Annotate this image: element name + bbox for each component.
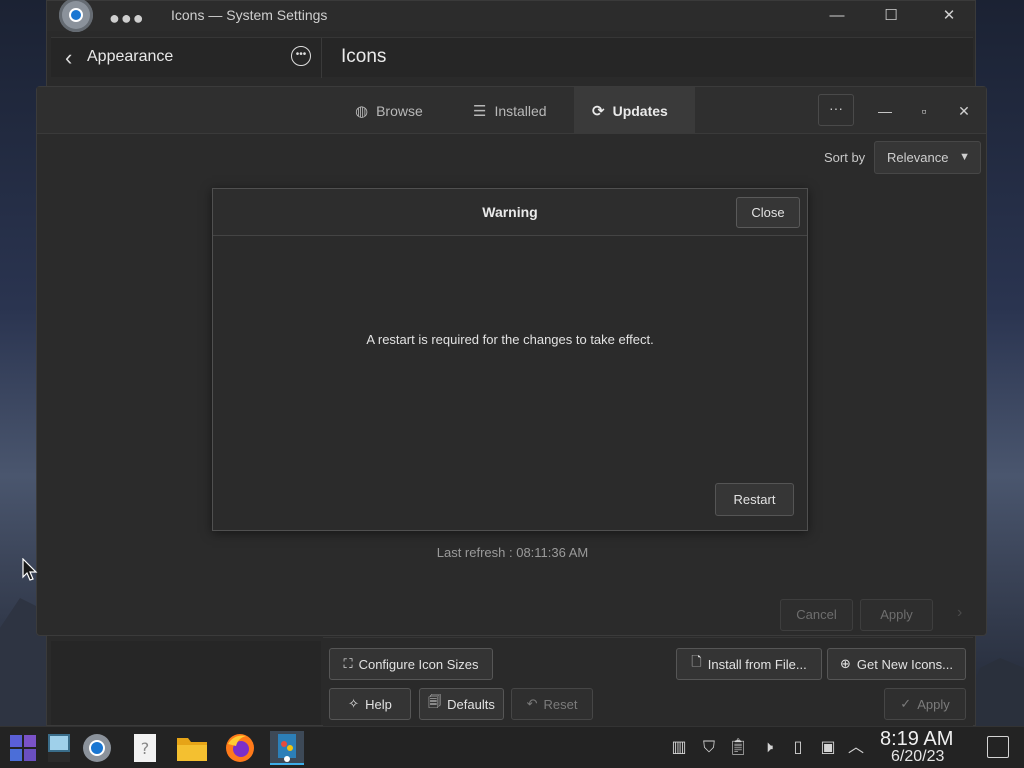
sort-value: Relevance <box>887 150 949 165</box>
sticky-notes-icon[interactable]: ▥ <box>668 737 690 759</box>
resize-icon: ⛶ <box>343 656 353 671</box>
dialog-close-button[interactable]: Close <box>736 197 800 228</box>
dialog-message: A restart is required for the changes to… <box>366 332 654 347</box>
minimize-button[interactable]: — <box>873 99 897 123</box>
clock-date[interactable]: 6/20/23 <box>891 748 944 766</box>
warning-dialog: Warning Close A restart is required for … <box>212 188 808 531</box>
list-icon: ☰ <box>473 102 487 120</box>
system-settings-icon <box>59 0 93 32</box>
close-window-button[interactable]: ✕ <box>952 99 976 123</box>
network-icon[interactable]: ▣ <box>817 737 839 759</box>
firefox-icon[interactable] <box>223 731 257 765</box>
maximize-button[interactable]: ▫ <box>912 99 936 123</box>
settings-button-bar: ⛶ Configure Icon Sizes 🗋 Install from Fi… <box>323 637 973 727</box>
download-icon: ⊕ <box>840 656 851 671</box>
tab-updates-label: Updates <box>612 102 668 119</box>
install-from-file-label: Install from File... <box>707 656 807 672</box>
window-menu-icon[interactable]: ●●● <box>109 8 145 29</box>
get-new-icons-label: Get New Icons... <box>856 656 953 672</box>
vault-icon[interactable]: ⛉ <box>698 737 720 759</box>
get-new-icons-button[interactable]: ⊕ Get New Icons... <box>827 648 966 680</box>
configure-icon-sizes-button[interactable]: ⛶ Configure Icon Sizes <box>329 648 493 680</box>
undo-icon: ↶ <box>526 696 538 711</box>
svg-text:?: ? <box>141 739 150 758</box>
defaults-button[interactable]: 🗐 Defaults <box>419 688 504 720</box>
settings-sidebar <box>51 641 321 725</box>
apply-button[interactable]: Apply <box>860 599 933 631</box>
more-actions-button[interactable]: ··· <box>818 94 854 126</box>
close-window-button[interactable]: ✕ <box>937 5 961 27</box>
more-options-icon[interactable]: ••• <box>291 46 311 66</box>
chevron-right-icon: › <box>957 604 963 621</box>
sort-dropdown[interactable]: Relevance ▼ <box>874 141 981 174</box>
tab-updates[interactable]: ⟳ Updates <box>574 87 695 134</box>
mouse-cursor-icon <box>22 558 38 581</box>
discover-icon[interactable] <box>270 731 304 765</box>
help-button[interactable]: ✧ Help <box>329 688 411 720</box>
restart-button[interactable]: Restart <box>715 483 794 516</box>
defaults-label: Defaults <box>447 696 495 712</box>
settings-apply-label: Apply <box>917 696 950 712</box>
tab-browse[interactable]: ◍ Browse <box>337 87 441 134</box>
maximize-button[interactable]: ☐ <box>879 5 903 27</box>
configure-icon-sizes-label: Configure Icon Sizes <box>358 656 479 672</box>
start-menu-icon[interactable] <box>6 731 40 765</box>
expand-tray-icon[interactable]: ︿ <box>845 737 867 759</box>
minimize-button[interactable]: — <box>825 5 849 27</box>
file-manager-icon[interactable] <box>175 731 209 765</box>
dialog-title: Warning <box>482 204 538 220</box>
tab-installed-label: Installed <box>494 102 547 119</box>
back-chevron-icon[interactable]: ‹ <box>65 45 72 71</box>
cancel-button[interactable]: Cancel <box>780 599 853 631</box>
file-icon: 🗋 <box>691 654 702 669</box>
reset-label: Reset <box>543 696 578 712</box>
tab-installed[interactable]: ☰ Installed <box>455 87 565 134</box>
help-icon[interactable]: ? <box>128 731 162 765</box>
header-divider <box>321 38 322 78</box>
settings-window-title: Icons — System Settings <box>171 7 328 23</box>
taskbar: ? ▥ ⛉ 📋︎ 🕨︎ ▯ ▣ ︿ 8:19 AM 6/20/23 <box>0 726 1024 768</box>
page-title: Icons <box>341 46 387 67</box>
show-desktop-icon[interactable] <box>987 736 1009 758</box>
system-settings-icon[interactable] <box>80 731 114 765</box>
check-icon: ✓ <box>900 696 912 711</box>
help-star-icon: ✧ <box>348 696 360 711</box>
chevron-down-icon: ▼ <box>959 151 970 163</box>
tab-browse-label: Browse <box>376 102 423 119</box>
appearance-back-link[interactable]: Appearance <box>87 48 173 66</box>
settings-apply-button[interactable]: ✓ Apply <box>884 688 966 720</box>
refresh-icon: ⟳ <box>592 102 605 120</box>
volume-muted-icon[interactable]: 🕨︎ <box>757 737 779 759</box>
reset-button[interactable]: ↶ Reset <box>511 688 593 720</box>
last-refresh-status: Last refresh : 08:11:36 AM <box>436 545 589 560</box>
sort-by-label: Sort by <box>824 150 866 165</box>
install-from-file-button[interactable]: 🗋 Install from File... <box>676 648 822 680</box>
defaults-icon: 🗐 <box>428 694 442 709</box>
clipboard-icon[interactable]: 📋︎ <box>727 737 749 759</box>
dialog-header: Warning Close <box>213 189 807 236</box>
settings-header: ‹ Appearance ••• Icons <box>51 37 973 78</box>
desktop-pager-icon[interactable] <box>42 731 76 765</box>
settings-titlebar[interactable]: ●●● Icons — System Settings — ☐ ✕ <box>47 0 975 32</box>
discover-toolbar: ◍ Browse ☰ Installed ⟳ Updates ··· — ▫ ✕ <box>37 87 986 134</box>
help-label: Help <box>365 696 392 712</box>
globe-icon: ◍ <box>355 102 369 120</box>
battery-icon[interactable]: ▯ <box>787 737 809 759</box>
